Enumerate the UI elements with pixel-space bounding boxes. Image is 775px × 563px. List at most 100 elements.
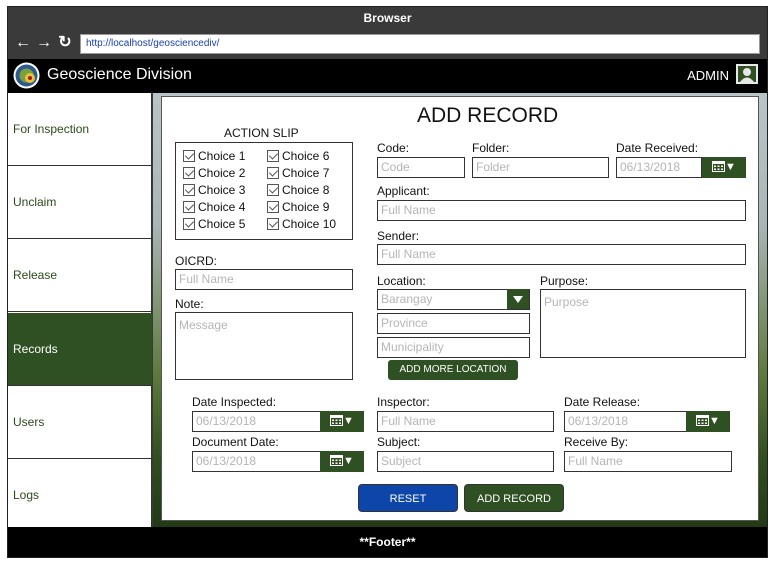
barangay-dropdown-arrow[interactable] [507,289,529,309]
date-release-field[interactable]: 06/13/2018 [564,411,688,432]
choice-label: Choice 10 [282,217,337,231]
address-bar[interactable]: http://localhost/geosciencediv/ [80,34,760,54]
checkbox-checked-icon [267,184,279,196]
choice-3-checkbox[interactable]: Choice 3 [183,183,245,197]
reload-icon[interactable]: ↻ [56,33,74,53]
choice-label: Choice 7 [282,166,330,180]
municipality-field[interactable]: Municipality [377,337,530,358]
checkbox-checked-icon [267,150,279,162]
footer: **Footer** [8,527,767,557]
calendar-icon [330,415,344,426]
document-date-label: Document Date: [192,435,279,449]
calendar-icon [696,415,710,426]
choice-label: Choice 6 [282,149,330,163]
code-field[interactable]: Code [377,157,465,178]
chevron-down-icon: ▼ [709,415,720,427]
purpose-label: Purpose: [540,274,589,288]
sidebar-item-users[interactable]: Users [8,386,152,459]
add-more-location-button[interactable]: ADD MORE LOCATION [388,360,518,380]
agency-seal-logo [13,62,40,89]
choice-6-checkbox[interactable]: Choice 6 [267,149,329,163]
choice-8-checkbox[interactable]: Choice 8 [267,183,329,197]
sidebar-item-unclaim[interactable]: Unclaim [8,166,152,239]
date-received-calendar-button[interactable]: ▼ [702,157,746,178]
location-label: Location: [377,274,426,288]
choice-label: Choice 9 [282,200,330,214]
add-record-button[interactable]: ADD RECORD [464,484,564,512]
date-release-calendar-button[interactable]: ▼ [686,411,730,432]
checkbox-checked-icon [183,150,195,162]
subject-field[interactable]: Subject [377,451,554,472]
checkbox-checked-icon [183,201,195,213]
form-title: ADD RECORD [417,104,559,127]
back-arrow-icon[interactable]: ← [14,33,32,53]
folder-field[interactable]: Folder [472,157,609,178]
choice-label: Choice 4 [198,200,246,214]
choice-label: Choice 1 [198,149,246,163]
date-release-label: Date Release: [564,395,641,409]
date-received-label: Date Received: [616,141,699,155]
oicrd-field[interactable]: Full Name [175,269,353,290]
sidebar-item-logs[interactable]: Logs [8,459,152,532]
sender-field[interactable]: Full Name [377,244,746,265]
choice-7-checkbox[interactable]: Choice 7 [267,166,329,180]
province-field[interactable]: Province [377,313,530,334]
choice-9-checkbox[interactable]: Choice 9 [267,200,329,214]
choice-label: Choice 8 [282,183,330,197]
checkbox-checked-icon [183,167,195,179]
browser-title: Browser [363,11,412,25]
choice-1-checkbox[interactable]: Choice 1 [183,149,245,163]
inspector-label: Inspector: [377,395,430,409]
reset-button[interactable]: RESET [358,484,458,512]
app-header: Geoscience Division ADMIN [8,59,767,93]
checkbox-checked-icon [267,201,279,213]
choice-label: Choice 5 [198,217,246,231]
action-slip-box: Choice 1 Choice 2 Choice 3 Choice 4 Choi… [175,142,353,240]
subject-label: Subject: [377,435,421,449]
applicant-field[interactable]: Full Name [377,200,746,221]
checkbox-checked-icon [183,218,195,230]
sidebar: For Inspection Unclaim Release Records U… [8,93,152,527]
browser-window: Browser ← → ↻ http://localhost/geoscienc… [7,6,768,558]
inspector-field[interactable]: Full Name [377,411,554,432]
calendar-icon [330,455,344,466]
choice-label: Choice 3 [198,183,246,197]
document-date-calendar-button[interactable]: ▼ [320,451,364,472]
code-label: Code: [377,141,410,155]
main-content: ADD RECORD ACTION SLIP Choice 1 Choice 2… [153,93,767,527]
choice-5-checkbox[interactable]: Choice 5 [183,217,245,231]
date-inspected-field[interactable]: 06/13/2018 [192,411,322,432]
user-icon[interactable] [736,64,758,84]
receive-by-label: Receive By: [564,435,629,449]
date-received-field[interactable]: 06/13/2018 [616,157,702,178]
checkbox-checked-icon [267,167,279,179]
calendar-icon [712,161,726,172]
add-record-form: ADD RECORD ACTION SLIP Choice 1 Choice 2… [161,96,759,521]
forward-arrow-icon[interactable]: → [35,33,53,53]
sidebar-item-release[interactable]: Release [8,239,152,312]
user-name[interactable]: ADMIN [687,68,729,83]
browser-toolbar: ← → ↻ http://localhost/geosciencediv/ [8,29,767,59]
date-inspected-calendar-button[interactable]: ▼ [320,411,364,432]
receive-by-field[interactable]: Full Name [564,451,732,472]
chevron-down-icon: ▼ [725,161,736,173]
choice-4-checkbox[interactable]: Choice 4 [183,200,245,214]
chevron-down-icon: ▼ [343,455,354,467]
sidebar-item-records[interactable]: Records [8,313,152,386]
sidebar-item-for-inspection[interactable]: For Inspection [8,93,152,166]
date-inspected-label: Date Inspected: [192,395,277,409]
note-label: Note: [175,297,204,311]
app-title: Geoscience Division [47,66,192,83]
applicant-label: Applicant: [377,184,430,198]
purpose-textarea[interactable]: Purpose [540,289,746,358]
choice-10-checkbox[interactable]: Choice 10 [267,217,336,231]
sender-label: Sender: [377,229,420,243]
note-textarea[interactable]: Message [175,312,353,380]
choice-2-checkbox[interactable]: Choice 2 [183,166,245,180]
document-date-field[interactable]: 06/13/2018 [192,451,322,472]
action-slip-label: ACTION SLIP [224,126,299,140]
checkbox-checked-icon [267,218,279,230]
checkbox-checked-icon [183,184,195,196]
choice-label: Choice 2 [198,166,246,180]
folder-label: Folder: [472,141,510,155]
